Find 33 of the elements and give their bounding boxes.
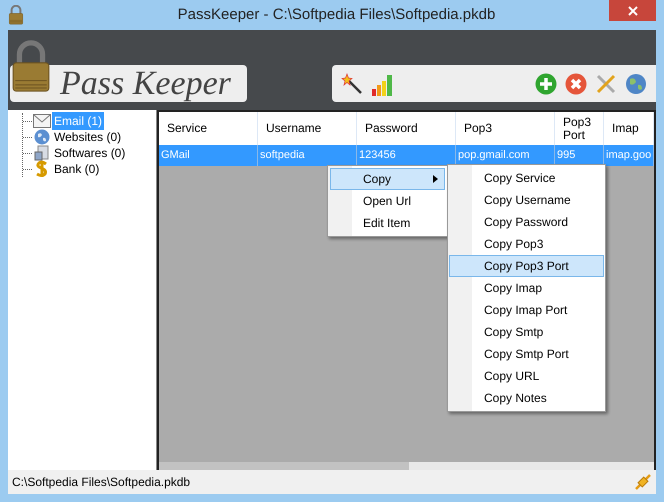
tree-item[interactable]: Websites (0) [52,128,124,146]
menu-item[interactable]: Copy [330,168,445,190]
globe-icon[interactable] [624,72,648,96]
menu-item[interactable]: Copy Smtp Port [449,343,604,365]
tree-item[interactable]: Bank (0) [52,160,102,178]
close-icon [628,6,638,16]
menu-item[interactable]: Copy Pop3 Port [449,255,604,277]
tree-item[interactable]: Softwares (0) [52,144,128,162]
status-path: C:\Softpedia Files\Softpedia.pkdb [12,474,190,491]
menu-item[interactable]: Copy URL [449,365,604,387]
add-icon[interactable] [534,72,558,96]
window-title: PassKeeper - C:\Softpedia Files\Softpedia.pkdb [176,4,496,25]
menu-item[interactable]: Copy Service [449,167,604,189]
globe-icon [34,129,50,145]
menu-item[interactable]: Copy Notes [449,387,604,409]
envelope-icon [33,114,51,128]
lock-icon [8,5,24,25]
software-icon [34,145,50,161]
menu-item[interactable]: Copy Password [449,211,604,233]
magic-wand-icon[interactable] [340,72,364,96]
menu-item[interactable]: Copy Imap Port [449,299,604,321]
table-cell: GMail [159,145,258,166]
close-button[interactable] [609,0,656,21]
menu-item[interactable]: Copy Username [449,189,604,211]
logo-text: Pass Keeper [60,66,231,100]
menu-item[interactable]: Open Url [330,190,445,212]
delete-icon[interactable] [564,72,588,96]
horizontal-scrollbar[interactable] [159,462,654,470]
menu-item[interactable]: Copy Pop3 [449,233,604,255]
menu-item[interactable]: Edit Item [330,212,445,234]
dollar-icon [35,160,49,178]
menu-item[interactable]: Copy Imap [449,277,604,299]
menu-item[interactable]: Copy Smtp [449,321,604,343]
